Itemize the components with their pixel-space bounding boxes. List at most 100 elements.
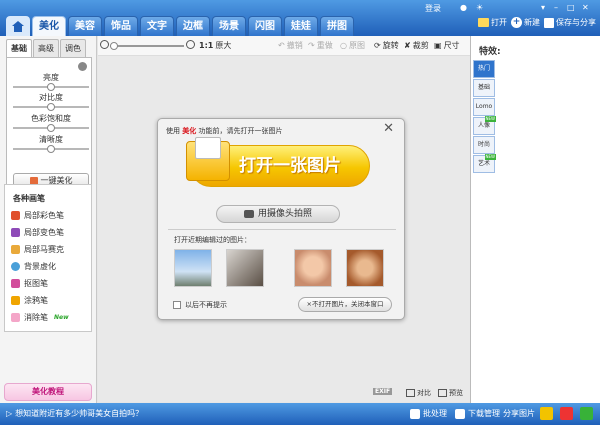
brightness-label: 亮度	[43, 73, 59, 82]
subtab-advanced[interactable]: 高级	[33, 39, 59, 57]
no-show-checkbox[interactable]: 以后不再提示	[173, 300, 227, 310]
tab-flash[interactable]: 闪图	[248, 16, 282, 36]
recent-thumb-baby[interactable]	[294, 249, 332, 287]
zoom-in-icon[interactable]	[186, 40, 195, 49]
brush-cutout[interactable]: 抠图笔	[11, 278, 91, 289]
share-image-label: 分享图片	[503, 409, 535, 418]
home-button[interactable]	[6, 16, 30, 36]
undo-button[interactable]: ↶ 撤销	[278, 40, 303, 51]
effects-panel: 特效: 热门 基础 Lomo 人像 NEW 时尚 艺术 NEW	[470, 36, 600, 403]
subtab-color[interactable]: 调色	[60, 39, 86, 57]
size-button[interactable]: ▣ 尺寸	[434, 40, 460, 51]
brightness-slider[interactable]	[13, 83, 89, 91]
close-button[interactable]: ✕	[582, 3, 589, 12]
skin-icon[interactable]: ☀	[476, 3, 483, 12]
crop-button[interactable]: ✘ 裁剪	[404, 40, 429, 51]
batch-button[interactable]: 批处理	[410, 408, 447, 419]
login-link[interactable]: 登录	[425, 3, 441, 14]
sharpness-knob[interactable]	[47, 145, 55, 153]
divider	[168, 229, 396, 230]
brush-local-color[interactable]: 局部彩色笔	[11, 210, 91, 221]
redo-button[interactable]: ↷ 重做	[308, 40, 333, 51]
compare-button[interactable]: 对比	[406, 388, 431, 398]
tutorial-button[interactable]: 美化教程	[4, 383, 92, 401]
plus-icon: +	[511, 17, 522, 28]
checkbox[interactable]	[173, 301, 181, 309]
effects-tab-hot[interactable]: 热门	[473, 60, 495, 78]
recent-thumb-portrait[interactable]	[226, 249, 264, 287]
weibo-share-icon[interactable]	[560, 407, 573, 420]
saturation-slider[interactable]	[13, 124, 89, 132]
tab-collage[interactable]: 拼图	[320, 16, 354, 36]
brightness-knob[interactable]	[47, 83, 55, 91]
folder-icon	[478, 18, 489, 27]
tab-scene[interactable]: 场景	[212, 16, 246, 36]
effects-tab-fashion[interactable]: 时尚	[473, 136, 495, 154]
blur-icon	[11, 262, 20, 271]
download-manager-button[interactable]: 下载管理	[455, 408, 500, 419]
rotate-button[interactable]: ⟳ 旋转	[374, 40, 399, 51]
brush-background-blur[interactable]: 背景虚化	[11, 261, 91, 272]
dialog-close-icon[interactable]: ✕	[383, 121, 394, 136]
eraser-icon	[11, 313, 20, 322]
app-window: 登录 ● ☀ ▾ – □ ✕ 美化 美容 饰品 文字 边框 场景 闪图 娃娃 拼…	[0, 0, 600, 425]
new-badge: NEW	[484, 154, 496, 160]
effects-tab-lomo[interactable]: Lomo	[473, 98, 495, 116]
zoom-knob[interactable]	[110, 42, 118, 50]
brush-doodle[interactable]: 涂鸦笔	[11, 295, 91, 306]
menu-icon[interactable]: ▾	[541, 3, 545, 12]
tab-text[interactable]: 文字	[140, 16, 174, 36]
zoom-slider[interactable]	[110, 42, 184, 50]
undo-icon: ↶	[278, 41, 285, 50]
brush-eraser[interactable]: 消除笔 New	[11, 312, 91, 323]
speaker-icon: ▷	[6, 409, 13, 418]
brush-mosaic[interactable]: 局部马赛克	[11, 244, 91, 255]
contrast-knob[interactable]	[47, 103, 55, 111]
more-share-icon[interactable]	[580, 407, 593, 420]
pencil-icon	[11, 296, 20, 305]
saturation-label: 色彩饱和度	[31, 114, 71, 123]
minimize-button[interactable]: –	[554, 3, 558, 12]
exif-button[interactable]: EXIF	[373, 388, 393, 395]
sharpness-slider[interactable]	[13, 145, 89, 153]
open-button[interactable]: 打开	[478, 17, 507, 28]
effects-tab-portrait[interactable]: 人像 NEW	[473, 116, 496, 135]
top-bar: 登录 ● ☀ ▾ – □ ✕ 美化 美容 饰品 文字 边框 场景 闪图 娃娃 拼…	[0, 0, 600, 36]
actual-size-button[interactable]: 1:1 原大	[199, 40, 231, 51]
maximize-button[interactable]: □	[567, 3, 575, 12]
camera-button[interactable]: 用摄像头拍照	[216, 205, 340, 223]
original-image-button[interactable]: ○ 原图	[340, 40, 365, 51]
tab-frame[interactable]: 边框	[176, 16, 210, 36]
save-share-button[interactable]: 保存与分享	[544, 17, 596, 28]
brush-local-change-color[interactable]: 局部变色笔	[11, 227, 91, 238]
no-open-button[interactable]: ×不打开图片，关闭本窗口	[298, 297, 392, 312]
tab-accessory[interactable]: 饰品	[104, 16, 138, 36]
change-color-brush-icon	[11, 228, 20, 237]
zoom-out-icon[interactable]	[100, 40, 109, 49]
tab-beauty[interactable]: 美容	[68, 16, 102, 36]
effects-tab-art[interactable]: 艺术 NEW	[473, 154, 496, 173]
preview-icon	[438, 389, 447, 397]
dialog-header: 使用 美化 功能前，请先打开一张图片	[166, 127, 283, 135]
recent-thumb-woman[interactable]	[346, 249, 384, 287]
preview-button[interactable]: 预览	[438, 388, 463, 398]
download-icon	[455, 408, 465, 419]
left-panel: 基础 高级 调色 亮度 对比度 色彩饱和度 清晰度 一键美化 各种画笔 局部彩色…	[0, 36, 97, 403]
recent-thumb-eiffel[interactable]	[174, 249, 212, 287]
status-message[interactable]: ▷ 想知道附近有多少帅哥美女自拍吗？	[6, 408, 143, 419]
cutout-icon	[11, 279, 20, 288]
reset-icon[interactable]	[78, 62, 87, 71]
saturation-knob[interactable]	[47, 124, 55, 132]
subtab-basic[interactable]: 基础	[6, 39, 32, 57]
tab-doll[interactable]: 娃娃	[284, 16, 318, 36]
new-badge: New	[54, 314, 69, 321]
effects-tab-basic[interactable]: 基础	[473, 79, 495, 97]
photo-paper	[195, 137, 221, 159]
brush-list: 各种画笔 局部彩色笔 局部变色笔 局部马赛克 背景虚化 抠图笔 涂鸦笔 消除笔 N…	[4, 184, 92, 332]
contrast-slider[interactable]	[13, 103, 89, 111]
save-icon	[544, 17, 554, 28]
tab-beautify[interactable]: 美化	[32, 16, 66, 36]
weibo-icon[interactable]: ●	[460, 3, 467, 12]
qzone-icon[interactable]	[540, 407, 553, 420]
new-button[interactable]: + 新建	[511, 17, 540, 28]
